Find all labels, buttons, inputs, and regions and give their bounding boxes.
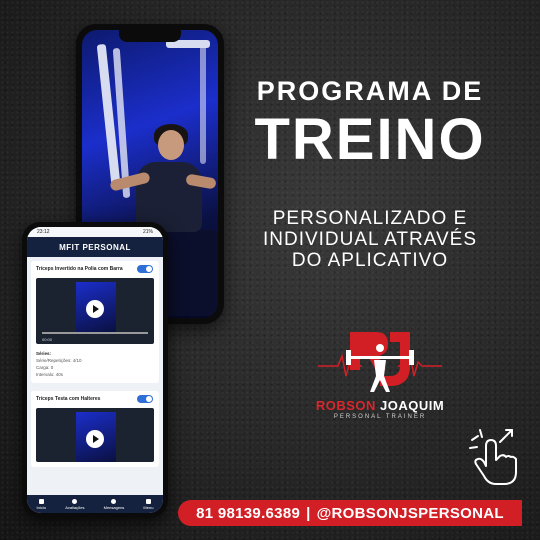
brand-first-name: ROBSON: [315, 398, 376, 413]
subtitle-line: DO APLICATIVO: [291, 250, 449, 271]
phone-notch: [119, 30, 181, 42]
chat-icon: [111, 498, 117, 504]
series-label: Séries:: [36, 351, 52, 356]
nav-item-assessments[interactable]: Avaliações: [65, 498, 85, 510]
nav-label: Menu: [143, 504, 154, 510]
brand-last-name: JOAQUIM: [380, 398, 445, 413]
video-progress[interactable]: [42, 332, 148, 334]
status-bar: 23:12 21%: [27, 227, 163, 237]
subtitle-line: INDIVIDUAL ATRAVÉS: [262, 229, 478, 250]
play-icon[interactable]: [86, 430, 104, 448]
tap-hand-icon: [469, 429, 517, 485]
nav-label: Mensagens: [103, 504, 125, 510]
nav-item-menu[interactable]: Menu: [143, 498, 154, 510]
exercise-info: Séries: Série/Repetições: 4/10 Carga: 0 …: [36, 350, 154, 378]
headline-line2: TREINO: [254, 107, 486, 172]
app-header: MFIT PERSONAL: [27, 237, 163, 257]
phone-mockup-front: 23:12 21% MFIT PERSONAL Tríceps Invertid…: [22, 222, 168, 518]
nav-label: Avaliações: [65, 504, 85, 510]
brand-logo: [318, 332, 442, 392]
exercise-card[interactable]: Tríceps Invertido na Polia com Barra 00:…: [31, 261, 159, 383]
status-time: 23:12: [37, 229, 50, 235]
exercise-card[interactable]: Tríceps Testa com Halteres: [31, 391, 159, 467]
instagram-handle[interactable]: @ROBSONJSPERSONAL: [317, 505, 504, 522]
contact-separator: |: [306, 504, 311, 522]
app-screen: 23:12 21% MFIT PERSONAL Tríceps Invertid…: [27, 227, 163, 513]
exercise-video[interactable]: 00:00: [36, 278, 154, 344]
nav-label: Início: [36, 504, 47, 510]
exercise-toggle[interactable]: [137, 265, 153, 273]
bottom-nav: Início Avaliações Mensagens Menu: [27, 495, 163, 513]
nav-item-home[interactable]: Início: [36, 498, 47, 510]
promo-canvas: PROGRAMA DE TREINO PERSONALIZADO E INDIV…: [0, 0, 540, 540]
nav-item-messages[interactable]: Mensagens: [103, 498, 125, 510]
subtitle: PERSONALIZADO E INDIVIDUAL ATRAVÉS DO AP…: [240, 208, 500, 271]
headline-line1: PROGRAMA DE: [256, 76, 484, 106]
reps-line: Série/Repetições: 4/10: [36, 358, 82, 363]
athlete-head: [158, 130, 184, 160]
menu-icon: [145, 498, 151, 504]
home-icon: [38, 498, 44, 504]
subtitle-line: PERSONALIZADO E: [272, 208, 468, 229]
play-icon[interactable]: [86, 300, 104, 318]
exercise-video[interactable]: [36, 408, 154, 462]
interval-line: Intervalo: 40s: [36, 372, 64, 377]
phone-number[interactable]: 81 98139.6389: [196, 505, 300, 522]
contact-bar: 81 98139.6389 | @ROBSONJSPERSONAL: [178, 500, 522, 526]
brand-name: ROBSON JOAQUIM: [300, 398, 460, 413]
exercise-toggle[interactable]: [137, 395, 153, 403]
video-time: 00:00: [42, 337, 53, 342]
status-battery: 21%: [142, 229, 153, 235]
assessment-icon: [72, 498, 78, 504]
brand-role: PERSONAL TRAINER: [333, 414, 427, 420]
load-line: Carga: 0: [36, 365, 54, 370]
